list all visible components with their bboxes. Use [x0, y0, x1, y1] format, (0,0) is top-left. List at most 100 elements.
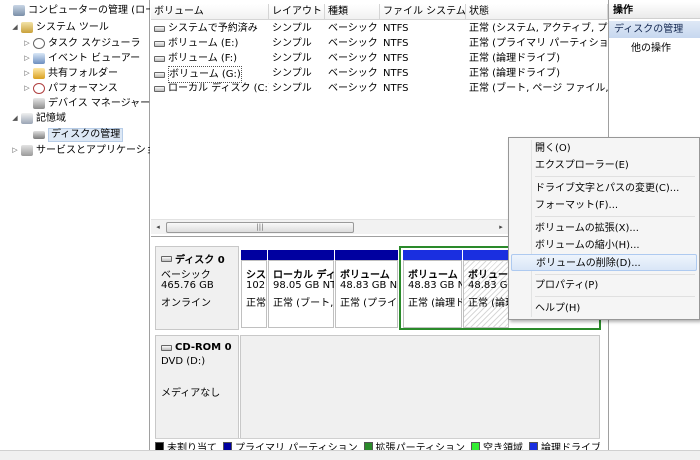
layout-cell: シンプル [272, 68, 312, 79]
volume-icon [154, 55, 165, 62]
menu-separator [535, 296, 695, 297]
actions-section-disk-management[interactable]: ディスクの管理 [609, 21, 700, 38]
tree-item-label: タスク スケジューラ [48, 38, 141, 49]
expand-arrow-icon[interactable]: ▷ [22, 81, 32, 96]
expand-arrow-icon[interactable]: ◢ [10, 20, 20, 35]
menu-item-help[interactable]: ヘルプ(H) [535, 300, 580, 317]
layout-cell: シンプル [272, 83, 312, 94]
partition-local-disk-c[interactable]: ローカル ディ 98.05 GB NT 正常 (ブート, [268, 250, 334, 328]
tree-item-event-viewer[interactable]: ▷ イベント ビューアー [22, 51, 150, 66]
expand-arrow-icon[interactable]: ▷ [10, 143, 20, 158]
partition-type-bar [268, 250, 334, 260]
column-header-status[interactable]: 状態 [466, 4, 608, 20]
expand-arrow-icon[interactable]: ▷ [22, 51, 32, 66]
volume-name-cell: ボリューム (F:) [154, 51, 269, 66]
tree-item-shared-folders[interactable]: ▷ 共有フォルダー [22, 66, 150, 81]
tree-item-label: 記憶域 [36, 113, 66, 124]
tree-item-label: デバイス マネージャー [48, 98, 150, 109]
disk0-status: オンライン [161, 298, 211, 309]
menu-separator [535, 274, 695, 275]
volume-row[interactable]: ローカル ディスク (C:) シンプル ベーシック NTFS 正常 (ブート, … [151, 81, 608, 96]
disk0-label[interactable]: ディスク 0 ベーシック 465.76 GB オンライン [155, 246, 239, 330]
filesystem-cell: NTFS [383, 38, 409, 49]
layout-cell: シンプル [272, 53, 312, 64]
volume-row[interactable]: ボリューム (F:) シンプル ベーシック NTFS 正常 (論理ドライブ) [151, 51, 608, 66]
more-actions-link[interactable]: 他の操作 [631, 40, 671, 57]
volume-icon [154, 85, 165, 92]
scrollbar-thumb[interactable]: ||| [166, 222, 354, 233]
partition-system-reserved[interactable]: シス 102 正常 [241, 250, 267, 328]
performance-icon [33, 83, 45, 94]
volume-row[interactable]: ボリューム (E:) シンプル ベーシック NTFS 正常 (プライマリ パーテ… [151, 36, 608, 51]
column-header-layout[interactable]: レイアウト [269, 4, 325, 20]
menu-gutter [531, 140, 532, 317]
partition-body: シス 102 正常 [241, 260, 267, 328]
status-cell: 正常 (システム, アクティブ, プライ [469, 23, 608, 34]
tree-item-disk-management[interactable]: ディスクの管理 [22, 127, 150, 142]
partition-size: 98.05 GB NT [273, 280, 334, 291]
tree-item-label: コンピューターの管理 (ローカル) [28, 5, 150, 16]
volume-row-selected[interactable]: ボリューム (G:) シンプル ベーシック NTFS 正常 (論理ドライブ) [151, 66, 608, 83]
cdrom-label[interactable]: CD-ROM 0 DVD (D:) メディアなし [155, 335, 239, 443]
tree-item-system-tools[interactable]: ◢ システム ツール [10, 20, 150, 35]
tree-item-label: サービスとアプリケーション [36, 145, 150, 156]
cdrom-area[interactable] [240, 335, 600, 443]
scroll-left-icon[interactable]: ◂ [152, 222, 164, 233]
column-header-filesystem[interactable]: ファイル システム [380, 4, 466, 20]
tree-item-performance[interactable]: ▷ パフォーマンス [22, 81, 150, 96]
tree-item-storage[interactable]: ◢ 記憶域 [10, 111, 150, 126]
volume-name: ボリューム (F:) [168, 53, 238, 64]
tree-item-device-manager[interactable]: デバイス マネージャー [22, 96, 150, 111]
volume-name-cell: ボリューム (E:) [154, 36, 269, 51]
actions-header: 操作 [609, 2, 700, 19]
scroll-right-icon[interactable]: ▸ [495, 222, 507, 233]
filesystem-cell: NTFS [383, 68, 409, 79]
event-viewer-icon [33, 53, 45, 64]
services-icon [21, 145, 33, 156]
tree-item-task-scheduler[interactable]: ▷ タスク スケジューラ [22, 36, 150, 51]
context-menu: 開く(O) エクスプローラー(E) ドライブ文字とパスの変更(C)... フォー… [508, 137, 700, 320]
layout-cell: シンプル [272, 23, 312, 34]
tree-item-services-apps[interactable]: ▷ サービスとアプリケーション [10, 143, 150, 158]
expand-arrow-icon[interactable]: ▷ [22, 36, 32, 51]
menu-item-properties[interactable]: プロパティ(P) [535, 277, 598, 294]
tree-item-label: パフォーマンス [48, 83, 118, 94]
navigation-tree: コンピューターの管理 (ローカル) ◢ システム ツール ▷ タスク スケジュー… [0, 0, 150, 450]
hard-disk-icon [161, 255, 172, 262]
menu-item-delete-volume[interactable]: ボリュームの削除(D)... [511, 254, 697, 271]
menu-item-change-drive-letter[interactable]: ドライブ文字とパスの変更(C)... [535, 180, 679, 197]
disk-management-icon [33, 130, 45, 139]
partition-name: ローカル ディ [273, 270, 334, 281]
column-header-type[interactable]: 種類 [325, 4, 380, 20]
expand-arrow-icon[interactable]: ◢ [10, 111, 20, 126]
type-cell: ベーシック [328, 68, 378, 79]
tree-item-label: イベント ビューアー [48, 53, 141, 64]
shared-folders-icon [33, 68, 45, 79]
tree-item-label: システム ツール [36, 22, 109, 33]
status-cell: 正常 (論理ドライブ) [469, 53, 560, 64]
menu-item-format[interactable]: フォーマット(F)... [535, 197, 618, 214]
partition-volume-e[interactable]: ボリューム 48.83 GB N 正常 (プライ [335, 250, 398, 328]
layout-cell: シンプル [272, 38, 312, 49]
cdrom-title: CD-ROM 0 [161, 342, 232, 353]
type-cell: ベーシック [328, 83, 378, 94]
menu-item-open[interactable]: 開く(O) [535, 140, 571, 157]
column-header-volume[interactable]: ボリューム [151, 4, 269, 20]
device-manager-icon [33, 98, 45, 109]
partition-type-bar [241, 250, 267, 260]
status-cell: 正常 (プライマリ パーティション) [469, 38, 608, 49]
menu-item-shrink-volume[interactable]: ボリュームの縮小(H)... [535, 237, 640, 254]
menu-item-extend-volume[interactable]: ボリュームの拡張(X)... [535, 220, 639, 237]
partition-name: ボリューム [340, 270, 390, 281]
disk0-title-text: ディスク 0 [175, 255, 225, 266]
expand-arrow-icon[interactable]: ▷ [22, 66, 32, 81]
menu-separator [535, 176, 695, 177]
volume-name-cell: システムで予約済み [154, 21, 269, 36]
disk0-title: ディスク 0 [161, 251, 225, 266]
volume-row[interactable]: システムで予約済み シンプル ベーシック NTFS 正常 (システム, アクティ… [151, 21, 608, 36]
menu-item-explore[interactable]: エクスプローラー(E) [535, 157, 629, 174]
tree-item-computer-management[interactable]: コンピューターの管理 (ローカル) [2, 3, 150, 18]
partition-status: 正常 (プライ [340, 298, 398, 309]
volume-icon [154, 25, 165, 32]
filesystem-cell: NTFS [383, 23, 409, 34]
